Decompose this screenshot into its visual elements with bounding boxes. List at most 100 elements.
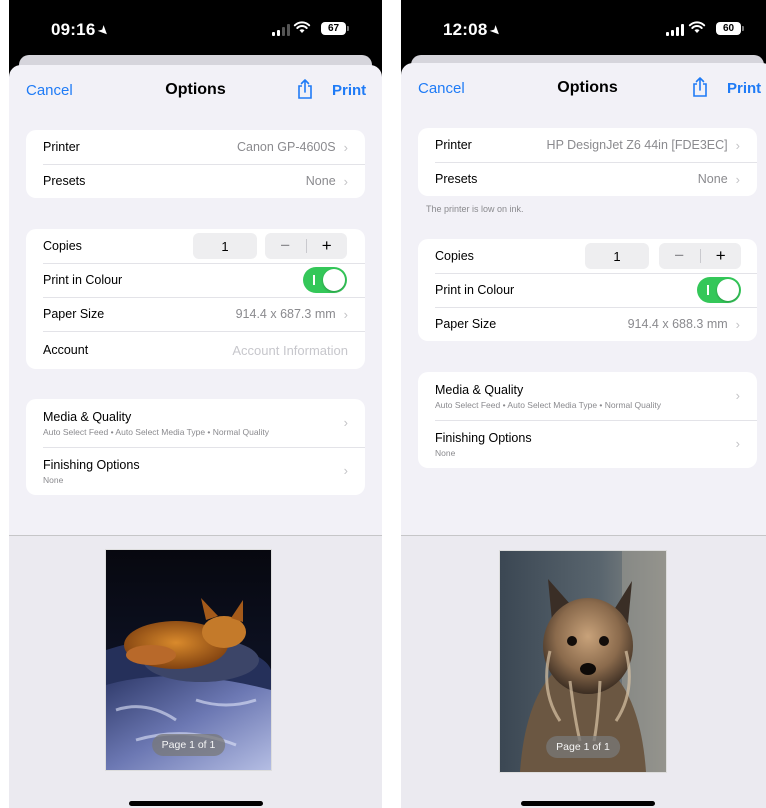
presets-label: Presets [43, 174, 86, 188]
copies-field[interactable]: 1 [585, 243, 649, 269]
printer-label: Printer [435, 138, 472, 152]
printer-value: HP DesignJet Z6 44in [FDE3EC] [546, 138, 728, 152]
phone-screen-left: 09:16➤ 67 Cancel Options Print Printer C… [9, 0, 382, 808]
home-indicator [520, 801, 655, 806]
chevron-right-icon: › [735, 388, 740, 403]
increment-button[interactable]: + [701, 246, 742, 266]
print-settings-group: Copies 1 − + Print in Colour Paper Size [418, 239, 757, 341]
colour-row: Print in Colour [418, 273, 757, 307]
chevron-right-icon: › [343, 173, 348, 189]
nav-bar: Cancel Options Print [401, 63, 766, 115]
status-time-group: 09:16➤ [51, 20, 114, 40]
copies-row: Copies 1 − + [26, 229, 365, 263]
account-row: Account Account Information [26, 331, 365, 369]
status-bar: 12:08➤ 60 [401, 0, 766, 56]
preview-area: Page 1 of 1 [9, 536, 382, 808]
copies-value: 1 [613, 248, 621, 264]
toggle-on-mark [707, 285, 709, 295]
finishing-title: Finishing Options [435, 430, 532, 445]
low-ink-warning: The printer is low on ink. [426, 204, 524, 214]
media-quality-row[interactable]: Media & Quality Auto Select Feed • Auto … [26, 399, 365, 447]
presets-value: None [305, 174, 336, 188]
options-group: Media & Quality Auto Select Feed • Auto … [418, 372, 757, 468]
page-indicator: Page 1 of 1 [151, 734, 226, 756]
finishing-subtitle: None [435, 447, 456, 458]
preview-area: Page 1 of 1 [401, 536, 766, 808]
printer-row[interactable]: Printer HP DesignJet Z6 44in [FDE3EC] › [418, 128, 757, 162]
finishing-title: Finishing Options [43, 457, 140, 472]
presets-label: Presets [435, 172, 478, 186]
chevron-right-icon: › [343, 415, 348, 430]
account-input[interactable]: Account Information [88, 343, 348, 358]
finishing-options-row[interactable]: Finishing Options None › [26, 447, 365, 495]
printer-group: Printer HP DesignJet Z6 44in [FDE3EC] › … [418, 128, 757, 196]
paper-size-label: Paper Size [43, 307, 105, 321]
status-time: 09:16 [51, 20, 96, 39]
paper-size-value: 914.4 x 687.3 mm [235, 307, 336, 321]
copies-stepper: − + [659, 243, 741, 269]
home-indicator [128, 801, 263, 806]
presets-row[interactable]: Presets None › [418, 162, 757, 196]
toggle-knob [717, 279, 739, 301]
chevron-right-icon: › [343, 139, 348, 155]
status-time: 12:08 [443, 20, 488, 39]
chevron-right-icon: › [343, 463, 348, 478]
battery-icon: 60 [716, 22, 744, 35]
status-bar: 09:16➤ 67 [9, 0, 382, 56]
decrement-button[interactable]: − [659, 246, 700, 266]
copies-label: Copies [43, 239, 82, 253]
paper-size-value: 914.4 x 688.3 mm [627, 317, 728, 331]
status-time-group: 12:08➤ [443, 20, 506, 40]
media-quality-subtitle: Auto Select Feed • Auto Select Media Typ… [435, 399, 661, 410]
presets-row[interactable]: Presets None › [26, 164, 365, 198]
location-arrow-icon: ➤ [95, 21, 114, 40]
paper-size-label: Paper Size [435, 317, 497, 331]
printer-label: Printer [43, 140, 80, 154]
print-button[interactable]: Print [727, 80, 761, 97]
cellular-signal-icon [272, 24, 290, 36]
options-sheet: Cancel Options Print Printer Canon GP-46… [9, 65, 382, 808]
print-settings-group: Copies 1 − + Print in Colour Paper Size [26, 229, 365, 369]
phone-screen-right: 12:08➤ 60 Cancel Options Print Printer H… [401, 0, 766, 808]
printer-value: Canon GP-4600S [236, 140, 336, 154]
paper-size-row[interactable]: Paper Size 914.4 x 688.3 mm › [418, 307, 757, 341]
colour-row: Print in Colour [26, 263, 365, 297]
printer-row[interactable]: Printer Canon GP-4600S › [26, 130, 365, 164]
page-indicator: Page 1 of 1 [546, 736, 620, 758]
chevron-right-icon: › [343, 306, 348, 322]
battery-level: 67 [327, 23, 340, 34]
options-sheet: Cancel Options Print Printer HP DesignJe… [401, 63, 766, 808]
chevron-right-icon: › [735, 137, 740, 153]
finishing-options-row[interactable]: Finishing Options None › [418, 420, 757, 468]
decrement-button[interactable]: − [265, 236, 306, 256]
colour-label: Print in Colour [43, 273, 123, 287]
media-quality-title: Media & Quality [435, 382, 524, 397]
increment-button[interactable]: + [307, 236, 348, 256]
finishing-subtitle: None [43, 474, 64, 485]
share-icon[interactable] [294, 78, 316, 100]
options-group: Media & Quality Auto Select Feed • Auto … [26, 399, 365, 495]
media-quality-row[interactable]: Media & Quality Auto Select Feed • Auto … [418, 372, 757, 420]
page-preview[interactable]: Page 1 of 1 [106, 550, 271, 770]
colour-toggle[interactable] [697, 277, 741, 303]
copies-stepper: − + [265, 233, 347, 259]
nav-bar: Cancel Options Print [9, 65, 382, 117]
paper-size-row[interactable]: Paper Size 914.4 x 687.3 mm › [26, 297, 365, 331]
page-preview[interactable]: Page 1 of 1 [500, 551, 666, 772]
colour-label: Print in Colour [435, 283, 515, 297]
battery-icon: 67 [321, 22, 349, 35]
cellular-signal-icon [666, 24, 684, 36]
copies-row: Copies 1 − + [418, 239, 757, 273]
chevron-right-icon: › [735, 436, 740, 451]
print-button[interactable]: Print [332, 82, 366, 99]
wifi-icon [688, 21, 706, 33]
battery-level: 60 [722, 23, 735, 34]
copies-value: 1 [221, 238, 229, 254]
media-quality-title: Media & Quality [43, 409, 132, 424]
media-quality-subtitle: Auto Select Feed • Auto Select Media Typ… [43, 426, 269, 437]
toggle-knob [323, 269, 345, 291]
share-icon[interactable] [689, 76, 711, 98]
nav-title: Options [165, 81, 226, 98]
copies-field[interactable]: 1 [193, 233, 257, 259]
colour-toggle[interactable] [303, 267, 347, 293]
